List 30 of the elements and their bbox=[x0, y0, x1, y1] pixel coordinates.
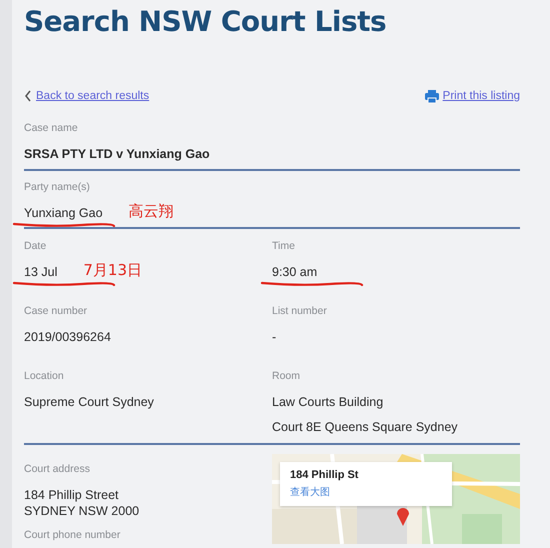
handwritten-note: 7月13日 bbox=[83, 260, 142, 280]
handwritten-note: 高云翔 bbox=[128, 202, 174, 220]
back-link[interactable]: Back to search results bbox=[36, 90, 150, 102]
field-value: Yunxiang Gao bbox=[24, 206, 103, 220]
popup-title: 184 Phillip St bbox=[290, 468, 360, 482]
field-value: SRSA PTY LTD v Yunxiang Gao bbox=[24, 147, 210, 161]
field-label: Time bbox=[272, 239, 296, 253]
printer-icon bbox=[424, 90, 439, 102]
print-link[interactable]: Print this listing bbox=[442, 90, 520, 102]
field-label: List number bbox=[272, 304, 328, 318]
chevron-left-icon bbox=[24, 90, 32, 102]
field-value: 2019/00396264 bbox=[24, 330, 111, 344]
field-value: Law Courts Building bbox=[272, 395, 384, 409]
page-title: Search NSW Court Lists bbox=[24, 4, 388, 40]
field-label: Date bbox=[24, 239, 48, 253]
field-label: Court address bbox=[24, 462, 91, 476]
address-line: SYDNEY NSW 2000 bbox=[24, 503, 140, 519]
field-label: Case name bbox=[24, 121, 79, 135]
field-value: 13 Jul bbox=[24, 265, 58, 279]
field-label: Party name(s) bbox=[24, 180, 91, 194]
field-value: Court 8E Queens Square Sydney bbox=[272, 420, 458, 434]
field-value: 9:30 am bbox=[272, 265, 318, 279]
field-label: Case number bbox=[24, 304, 88, 318]
field-label: Court phone number bbox=[24, 528, 122, 542]
field-value: - bbox=[272, 330, 276, 344]
field-value: Supreme Court Sydney bbox=[24, 395, 154, 409]
address-line: 184 Phillip Street bbox=[24, 487, 120, 503]
field-label: Room bbox=[272, 369, 302, 383]
view-larger-map-link[interactable]: 查看大图 bbox=[290, 485, 330, 501]
field-label: Location bbox=[24, 369, 65, 383]
